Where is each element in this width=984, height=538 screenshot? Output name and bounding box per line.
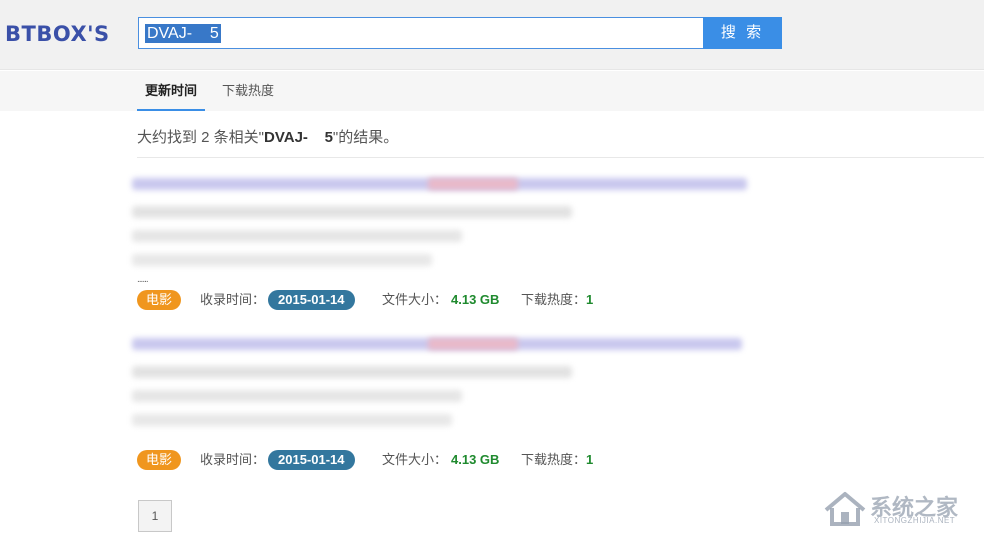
- search-input-value: DVAJ- 5: [145, 24, 221, 43]
- search-input[interactable]: DVAJ- 5: [138, 17, 704, 49]
- result-ellipsis: ......: [137, 274, 149, 285]
- heat-label: 下载热度：: [521, 452, 587, 467]
- collected-date-badge: 2015-01-14: [268, 450, 355, 470]
- result-title-highlight-blurred: [428, 178, 518, 190]
- heat-label: 下载热度：: [521, 292, 587, 307]
- sort-tabs: 更新时间 下载热度: [0, 71, 984, 111]
- size-label: 文件大小：: [382, 452, 448, 467]
- heat-value: 1: [586, 292, 594, 307]
- result-item[interactable]: ......: [128, 170, 753, 285]
- size-value: 4.13 GB: [451, 292, 500, 307]
- summary-query: DVAJ- 5: [264, 129, 333, 146]
- collected-label: 收录时间：: [200, 452, 266, 467]
- result-file-line-blurred: [132, 366, 572, 378]
- summary-prefix: 大约找到 2 条相关": [137, 129, 265, 146]
- size-value: 4.13 GB: [451, 452, 500, 467]
- result-file-line-blurred: [132, 414, 452, 426]
- result-file-line-blurred: [132, 230, 462, 242]
- result-title-highlight-blurred: [428, 338, 518, 350]
- result-file-line-blurred: [132, 390, 462, 402]
- result-file-line-blurred: [132, 206, 572, 218]
- heat-value: 1: [586, 452, 594, 467]
- watermark-house-icon: [824, 492, 866, 526]
- size-label: 文件大小：: [382, 292, 448, 307]
- result-item[interactable]: [128, 330, 753, 440]
- watermark-subtext: XITONGZHIJIA.NET: [874, 516, 956, 525]
- category-badge[interactable]: 电影: [137, 450, 182, 470]
- collected-label: 收录时间：: [200, 292, 266, 307]
- watermark: 系统之家 XITONGZHIJIA.NET: [822, 488, 978, 528]
- site-logo[interactable]: BTBOX'S: [5, 22, 110, 46]
- divider: [137, 157, 984, 158]
- page-button-1[interactable]: 1: [138, 500, 172, 532]
- tab-download-heat[interactable]: 下载热度: [222, 71, 274, 111]
- summary-suffix: "的结果。: [332, 129, 399, 146]
- result-file-line-blurred: [132, 254, 432, 266]
- top-header: BTBOX'S DVAJ- 5 搜 索: [0, 0, 984, 70]
- collected-date-badge: 2015-01-14: [268, 290, 355, 310]
- search-button[interactable]: 搜 索: [703, 17, 782, 49]
- category-badge[interactable]: 电影: [137, 290, 182, 310]
- result-summary: 大约找到 2 条相关"DVAJ- 5"的结果。: [137, 126, 398, 147]
- tab-update-time[interactable]: 更新时间: [137, 71, 206, 111]
